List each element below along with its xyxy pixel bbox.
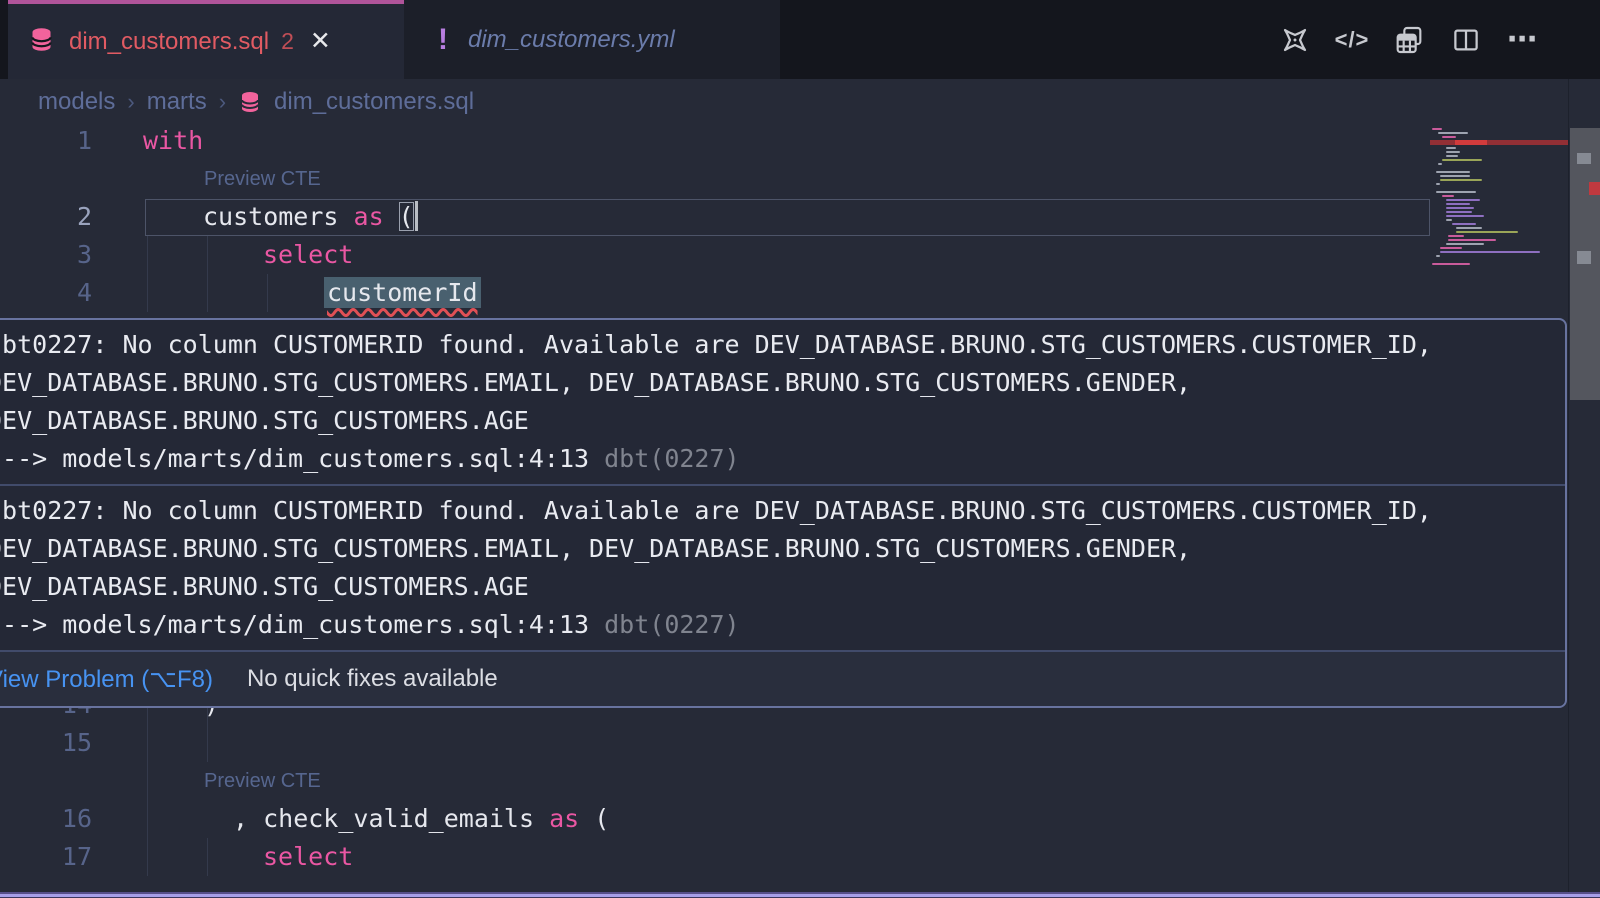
minimap-line xyxy=(1440,179,1482,181)
indent-guide xyxy=(267,274,268,312)
line-number[interactable]: 17 xyxy=(0,838,92,876)
minimap-line xyxy=(1436,255,1440,257)
code-line-4: 4 customerId xyxy=(0,274,1430,312)
error-message-block: dbt0227: No column CUSTOMERID found. Ava… xyxy=(0,486,1565,650)
error-hover-popup: dbt0227: No column CUSTOMERID found. Ava… xyxy=(0,318,1567,708)
minimap-line xyxy=(1446,203,1470,205)
tab-bar: dim_customers.sql 2 ✕ ! dim_customers.ym… xyxy=(0,0,1600,79)
minimap-line xyxy=(1456,231,1518,233)
minimap-line xyxy=(1446,151,1460,153)
minimap-line xyxy=(1446,155,1458,157)
popup-footer: View Problem (⌥F8) No quick fixes availa… xyxy=(0,650,1565,706)
minimap-line xyxy=(1446,147,1456,149)
minimap[interactable] xyxy=(1430,128,1568,267)
database-icon xyxy=(238,90,262,114)
tab-title: dim_customers.sql xyxy=(69,28,269,56)
overview-ruler-mark xyxy=(1577,153,1591,164)
code-line-15: 15 xyxy=(0,724,1430,762)
minimap-line xyxy=(1440,251,1540,253)
minimap-line xyxy=(1438,132,1468,134)
code-lens-row: Preview CTE xyxy=(0,762,1430,800)
minimap-line xyxy=(1446,211,1472,213)
no-quick-fixes-text: No quick fixes available xyxy=(247,665,498,693)
minimap-line xyxy=(1432,263,1470,265)
minimap-line xyxy=(1436,171,1470,173)
minimap-line xyxy=(1448,235,1464,237)
close-tab-icon[interactable]: ✕ xyxy=(310,29,331,54)
line-number[interactable]: 3 xyxy=(0,236,92,274)
dbt-logo-icon[interactable] xyxy=(1276,21,1314,59)
open-compiled-code-icon[interactable]: </> xyxy=(1333,21,1371,59)
tab-dim-customers-sql[interactable]: dim_customers.sql 2 ✕ xyxy=(8,0,404,79)
chevron-right-icon: › xyxy=(127,89,134,115)
tab-dim-customers-yml[interactable]: ! dim_customers.yml xyxy=(404,0,780,79)
line-number[interactable]: 4 xyxy=(0,274,92,312)
breadcrumb-marts[interactable]: marts xyxy=(147,88,207,116)
minimap-line xyxy=(1430,140,1568,145)
minimap-line xyxy=(1446,243,1484,245)
error-source-code: dbt(0227) xyxy=(604,610,739,639)
minimap-line xyxy=(1436,191,1476,193)
minimap-line xyxy=(1446,199,1480,201)
editor-minimap-divider xyxy=(1568,79,1569,892)
indent-guide xyxy=(207,838,208,876)
code-line-1: 1 with xyxy=(0,122,1430,160)
minimap-line xyxy=(1446,219,1452,221)
code-line-17: 17 select xyxy=(0,838,1430,876)
code-line-3: 3 select xyxy=(0,236,1430,274)
error-token: customerId xyxy=(324,277,481,308)
minimap-line xyxy=(1442,159,1482,161)
breadcrumb-models[interactable]: models xyxy=(38,88,115,116)
more-actions-icon[interactable]: ⋯ xyxy=(1504,21,1542,59)
code-line-2: 2 customers as ( xyxy=(0,198,1430,236)
matched-bracket: ( xyxy=(399,202,414,231)
editor-actions: </> ⋯ xyxy=(1276,0,1542,79)
preview-cte-lens[interactable]: Preview CTE xyxy=(204,160,321,198)
breadcrumb-file[interactable]: dim_customers.sql xyxy=(274,88,474,116)
overview-ruler-mark xyxy=(1577,251,1591,264)
query-results-icon[interactable] xyxy=(1390,21,1428,59)
split-editor-icon[interactable] xyxy=(1447,21,1485,59)
minimap-line xyxy=(1432,128,1442,130)
error-message-block: dbt0227: No column CUSTOMERID found. Ava… xyxy=(0,320,1565,484)
minimap-line xyxy=(1438,163,1442,165)
minimap-line xyxy=(1436,183,1440,185)
overview-ruler-error-mark xyxy=(1589,182,1600,195)
scrollbar-thumb[interactable] xyxy=(1570,128,1600,400)
database-icon xyxy=(28,26,55,58)
line-number[interactable]: 16 xyxy=(0,800,92,838)
minimap-line xyxy=(1446,207,1474,209)
problem-count-badge: 2 xyxy=(281,28,294,55)
view-problem-link[interactable]: View Problem (⌥F8) xyxy=(0,665,213,694)
line-number[interactable]: 1 xyxy=(0,122,92,160)
line-number-active[interactable]: 2 xyxy=(0,198,92,236)
minimap-line xyxy=(1442,136,1456,138)
minimap-line xyxy=(1440,247,1462,249)
tab-title: dim_customers.yml xyxy=(468,26,675,54)
minimap-line xyxy=(1440,175,1470,177)
minimap-line xyxy=(1456,227,1482,229)
minimap-line xyxy=(1452,223,1476,225)
code-lens-row: Preview CTE xyxy=(0,160,1430,198)
minimap-line xyxy=(1448,239,1496,241)
indent-guide xyxy=(207,236,208,312)
chevron-right-icon: › xyxy=(219,89,226,115)
line-number[interactable]: 15 xyxy=(0,724,92,762)
text-cursor xyxy=(415,201,419,231)
error-source-code: dbt(0227) xyxy=(604,444,739,473)
preview-cte-lens[interactable]: Preview CTE xyxy=(204,762,321,800)
breadcrumb: models › marts › dim_customers.sql xyxy=(38,79,474,125)
indent-guide xyxy=(147,686,148,876)
code-line-16: 16 , check_valid_emails as ( xyxy=(0,800,1430,838)
panel-top-border xyxy=(0,892,1600,898)
warning-icon: ! xyxy=(438,23,448,57)
indent-guide xyxy=(147,236,148,312)
minimap-line xyxy=(1442,195,1454,197)
minimap-line xyxy=(1446,215,1484,217)
